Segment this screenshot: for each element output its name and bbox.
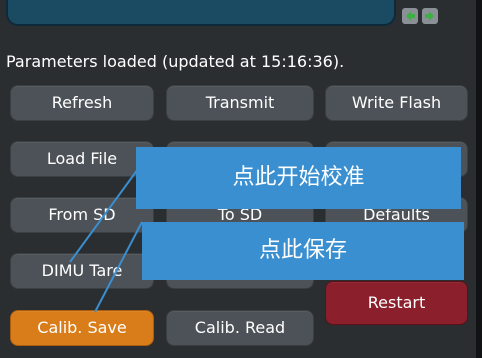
annotation-pointer-lines bbox=[69, 168, 143, 313]
pointer-line-save bbox=[94, 221, 143, 313]
window-edge bbox=[476, 0, 482, 358]
